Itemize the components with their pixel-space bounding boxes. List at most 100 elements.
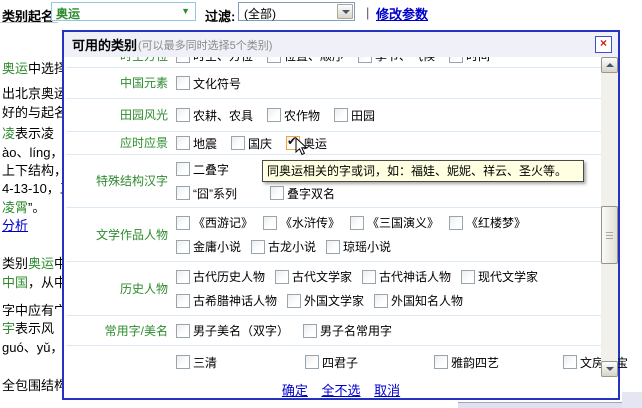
- checkbox-icon[interactable]: [334, 108, 348, 122]
- select-none-button[interactable]: 全不选: [321, 383, 360, 398]
- category-option[interactable]: 《三国演义》: [350, 214, 439, 231]
- checkbox-icon[interactable]: [176, 76, 190, 90]
- category-options: 《西游记》《水浒传》《三国演义》 《红楼梦》金庸小说古龙小说琼瑶小说: [176, 214, 526, 255]
- checkbox-icon[interactable]: [251, 240, 265, 254]
- checkbox-icon[interactable]: [303, 324, 317, 338]
- category-option-line: “囧”系列叠字双名: [176, 185, 350, 202]
- scroll-up-button[interactable]: [601, 57, 618, 73]
- background-text-line: 中国，从中: [2, 275, 62, 290]
- checkbox-icon[interactable]: [176, 162, 190, 176]
- background-text-segment: 字中应有宀: [2, 303, 62, 318]
- checkbox-icon[interactable]: [305, 355, 319, 369]
- category-option[interactable]: 外国文学家: [287, 292, 364, 309]
- cancel-button[interactable]: 取消: [374, 383, 400, 398]
- background-text-line: 出北京奥运: [2, 86, 62, 101]
- scroll-thumb[interactable]: [601, 206, 618, 264]
- checkbox-icon[interactable]: [449, 57, 463, 63]
- checkbox-icon[interactable]: [326, 240, 340, 254]
- background-text-line: guó、yǔ，: [2, 340, 62, 355]
- background-text-segment: 全包围结构: [2, 378, 62, 393]
- category-group-label: 中国元素: [68, 76, 168, 90]
- category-option[interactable]: 《水浒传》: [263, 214, 340, 231]
- checkbox-icon[interactable]: [267, 108, 281, 122]
- close-icon[interactable]: ×: [595, 36, 612, 53]
- checkbox-icon[interactable]: [461, 270, 475, 284]
- checkbox-icon[interactable]: [434, 355, 448, 369]
- scrollbar[interactable]: [601, 57, 618, 377]
- checkbox-icon[interactable]: [563, 355, 577, 369]
- checkbox-icon[interactable]: [358, 57, 372, 63]
- category-option[interactable]: 农耕、农具: [176, 107, 253, 124]
- category-option[interactable]: 二叠字: [176, 161, 256, 178]
- checkbox-icon[interactable]: [176, 270, 190, 284]
- category-option[interactable]: 雅韵四艺: [434, 354, 549, 371]
- category-option[interactable]: 《西游记》: [176, 214, 253, 231]
- category-option[interactable]: 古代历史人物: [176, 268, 265, 285]
- category-option[interactable]: 地震: [176, 135, 217, 152]
- filter-select[interactable]: (全部): [238, 2, 355, 21]
- category-option-line: 时空、方位 位置、顺序 季节、气候 时间: [176, 57, 490, 64]
- checkbox-icon[interactable]: [176, 57, 190, 63]
- category-option[interactable]: 男子名常用字: [303, 322, 392, 339]
- category-option[interactable]: 古代文学家: [275, 268, 352, 285]
- checkbox-icon[interactable]: [275, 270, 289, 284]
- category-option-label: 外国文学家: [304, 292, 364, 309]
- checkbox-icon[interactable]: [350, 216, 364, 230]
- checkbox-icon[interactable]: [176, 294, 190, 308]
- background-link[interactable]: 分析: [2, 218, 62, 233]
- checkbox-icon[interactable]: [176, 324, 190, 338]
- category-option-line: 三清四君子雅韵四艺文房四宝: [176, 354, 642, 371]
- category-option[interactable]: 时间: [449, 57, 490, 64]
- category-option[interactable]: “囧”系列: [176, 185, 256, 202]
- category-option[interactable]: 外国知名人物: [374, 292, 463, 309]
- confirm-button[interactable]: 确定: [282, 383, 308, 398]
- category-option[interactable]: 位置、顺序: [267, 57, 344, 64]
- checkbox-icon[interactable]: [176, 186, 190, 200]
- category-group-label: 时空方位: [68, 57, 168, 63]
- category-option[interactable]: 古龙小说: [251, 238, 316, 255]
- category-option[interactable]: 三清: [176, 354, 291, 371]
- checkbox-icon[interactable]: [287, 294, 301, 308]
- category-dropdown[interactable]: 奥运 ▼: [51, 2, 196, 21]
- category-option-label: 四君子: [322, 354, 358, 371]
- checkbox-icon[interactable]: [176, 216, 190, 230]
- category-option[interactable]: 金庸小说: [176, 238, 241, 255]
- checkbox-icon[interactable]: [267, 57, 281, 63]
- category-option-label: 《红楼梦》: [466, 214, 526, 231]
- category-option[interactable]: 琼瑶小说: [326, 238, 391, 255]
- checkbox-icon[interactable]: [270, 186, 284, 200]
- category-option[interactable]: 国庆: [231, 135, 272, 152]
- category-option[interactable]: 农作物: [267, 107, 320, 124]
- category-option[interactable]: 田园: [334, 107, 375, 124]
- app-screen: 类别起名: 奥运 ▼ 过滤: (全部) | 修改参数 奥运中选择出北京奥运好的与…: [0, 0, 642, 408]
- category-option-label: 金庸小说: [193, 238, 241, 255]
- category-option[interactable]: 古希腊神话人物: [176, 292, 277, 309]
- checkbox-icon[interactable]: [374, 294, 388, 308]
- chevron-down-icon: [606, 367, 614, 375]
- category-option[interactable]: 现代文学家: [461, 268, 538, 285]
- category-option[interactable]: 《红楼梦》: [449, 214, 526, 231]
- category-option[interactable]: 文化符号: [176, 75, 241, 92]
- select-arrow-button[interactable]: [337, 4, 353, 19]
- category-options: 三清四君子雅韵四艺文房四宝: [176, 354, 642, 371]
- background-text-segment: 好的与起名: [2, 105, 62, 120]
- category-option[interactable]: 时空、方位: [176, 57, 253, 64]
- scroll-down-button[interactable]: [601, 361, 618, 377]
- checkbox-icon[interactable]: [263, 216, 277, 230]
- category-option-line: 男子美名（双字） 男子名常用字: [176, 322, 392, 339]
- edit-params-link[interactable]: 修改参数: [376, 4, 428, 23]
- checkbox-icon[interactable]: [231, 136, 245, 150]
- background-text-segment: 凌霄: [2, 200, 28, 215]
- checkbox-icon[interactable]: [449, 216, 463, 230]
- checkbox-icon[interactable]: [176, 355, 190, 369]
- category-option[interactable]: 四君子: [305, 354, 420, 371]
- category-option[interactable]: 叠字双名: [270, 185, 350, 202]
- checkbox-icon[interactable]: [176, 240, 190, 254]
- checkbox-icon[interactable]: [362, 270, 376, 284]
- category-option[interactable]: 男子美名（双字）: [176, 322, 289, 339]
- category-option[interactable]: 季节、气候: [358, 57, 435, 64]
- checkbox-icon[interactable]: [176, 108, 190, 122]
- category-option[interactable]: 古代神话人物: [362, 268, 451, 285]
- checkbox-icon[interactable]: [176, 136, 190, 150]
- background-text-segment: ”。: [28, 200, 45, 215]
